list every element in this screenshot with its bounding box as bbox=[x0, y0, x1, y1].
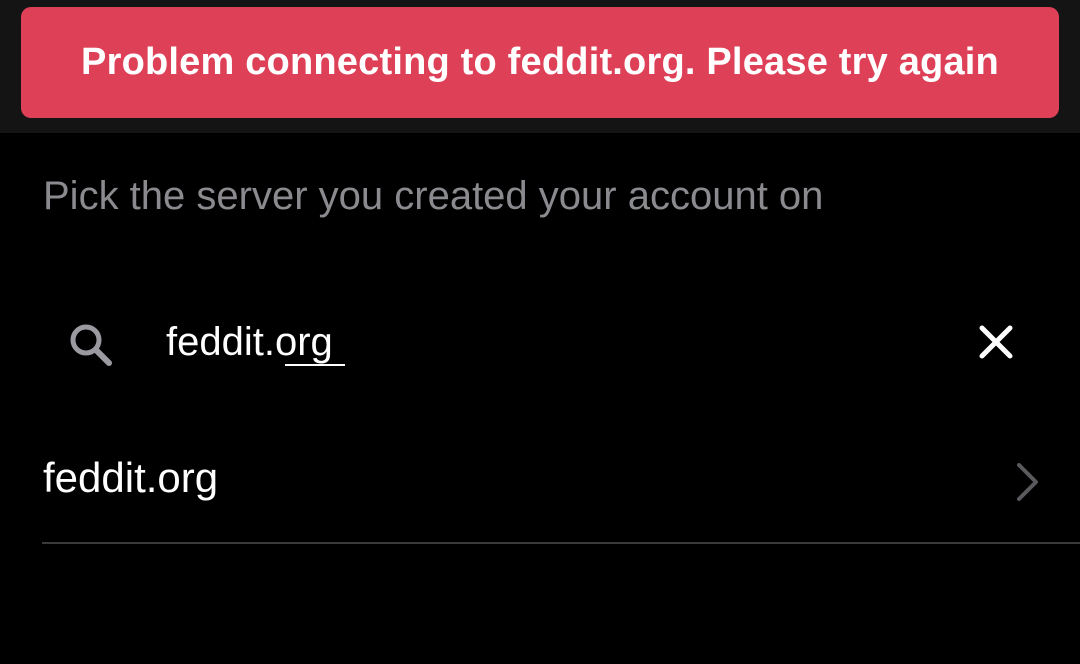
server-result-label: feddit.org bbox=[43, 454, 219, 501]
server-search-bar bbox=[0, 300, 1080, 384]
close-icon bbox=[979, 325, 1013, 359]
chevron-right-icon bbox=[1017, 463, 1038, 501]
input-spellcheck-underline bbox=[285, 364, 345, 366]
server-result-item[interactable]: feddit.org bbox=[0, 432, 1080, 542]
search-icon bbox=[70, 324, 112, 366]
error-toast[interactable]: Problem connecting to feddit.org. Please… bbox=[21, 7, 1059, 118]
list-divider bbox=[42, 542, 1080, 544]
error-message: Problem connecting to feddit.org. Please… bbox=[81, 41, 999, 83]
server-search-input[interactable] bbox=[166, 314, 926, 370]
clear-search-button[interactable] bbox=[970, 316, 1022, 368]
top-bar: Problem connecting to feddit.org. Please… bbox=[0, 0, 1080, 133]
server-prompt: Pick the server you created your account… bbox=[43, 174, 824, 218]
